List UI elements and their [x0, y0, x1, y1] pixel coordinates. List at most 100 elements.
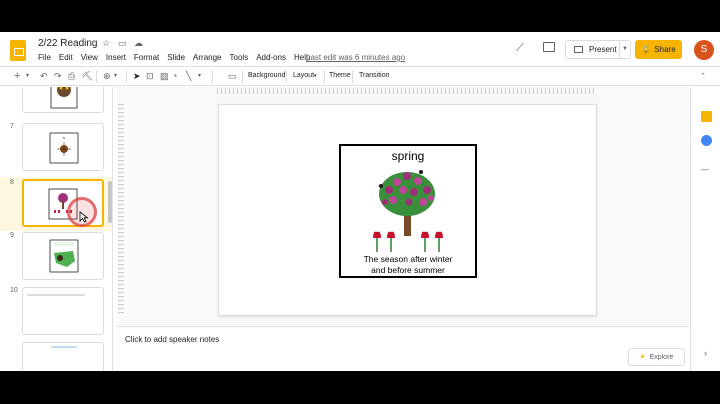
vocabulary-card[interactable]: spring The season after winter and befor… — [339, 144, 477, 278]
line-dropdown-icon[interactable]: ▾ — [198, 71, 201, 82]
background-button[interactable]: Background — [248, 72, 285, 79]
slide-canvas[interactable]: spring The season after winter and befor… — [218, 104, 597, 316]
thumbnail-text-lines — [27, 294, 85, 296]
slide-thumbnail[interactable] — [22, 87, 104, 113]
slide-thumbnail-row-active[interactable]: 8 — [0, 177, 112, 231]
text-box-icon[interactable]: ⊡ — [146, 71, 154, 82]
horizontal-ruler — [217, 88, 597, 94]
comment-add-icon[interactable]: ▭ — [228, 71, 237, 82]
slide-thumbnail[interactable]: N — [22, 123, 104, 171]
toolbar: + ▾ ↶ ↷ ⎙ ⛏ ⊕ ▾ ➤ ⊡ ▨ ◔ ╲ ▾ ▭ Background… — [0, 66, 720, 86]
collapse-toolbar-icon[interactable]: ⌃ — [700, 71, 706, 82]
paint-format-icon[interactable]: ⛏ — [82, 71, 93, 82]
slide-thumbnail-row[interactable]: 7 N — [0, 123, 112, 177]
slide-number: 10 — [10, 287, 18, 294]
zoom-dropdown-icon[interactable]: ▾ — [114, 71, 117, 82]
thumbnail-partial — [51, 346, 77, 348]
present-label: Present — [589, 45, 617, 54]
menu-edit[interactable]: Edit — [59, 53, 73, 62]
last-edit-link[interactable]: Last edit was 6 minutes ago — [306, 53, 405, 62]
vertical-ruler — [118, 103, 124, 313]
new-slide-icon[interactable]: + — [14, 71, 20, 82]
tasks-icon[interactable] — [701, 135, 712, 146]
redo-icon[interactable]: ↷ — [54, 71, 62, 82]
speaker-notes-placeholder: Click to add speaker notes — [125, 335, 220, 344]
layout-button[interactable]: Layout — [293, 72, 314, 79]
shape-icon[interactable]: ◔ — [172, 71, 177, 82]
thumbnail-compass-image: N — [49, 132, 79, 164]
spring-tree-image — [373, 170, 443, 252]
transition-button[interactable]: Transition — [359, 72, 389, 79]
thumbnail-map-image — [49, 239, 79, 273]
zoom-icon[interactable]: ⊕ — [103, 71, 111, 82]
speaker-notes-area[interactable]: Click to add speaker notes — [117, 326, 689, 371]
slide-filmstrip: 7 N 8 9 10 — [0, 87, 113, 371]
menu-slide[interactable]: Slide — [167, 53, 185, 62]
toolbar-divider — [212, 70, 213, 83]
present-dropdown-icon[interactable]: ▼ — [619, 41, 630, 58]
activity-trend-icon[interactable]: ⟋ — [516, 42, 524, 55]
slide-canvas-area: spring The season after winter and befor… — [117, 87, 689, 356]
slides-app: 2/22 Reading ☆ ▭ ☁ File Edit View Insert… — [0, 32, 720, 371]
slide-thumbnail[interactable] — [22, 342, 104, 371]
get-addons-icon[interactable]: — — [701, 165, 709, 174]
menu-insert[interactable]: Insert — [106, 53, 126, 62]
slide-number: 9 — [10, 232, 14, 239]
menu-tools[interactable]: Tools — [230, 53, 249, 62]
toolbar-divider — [286, 70, 287, 83]
explore-label: Explore — [649, 353, 674, 361]
side-panel: — — [690, 87, 720, 371]
title-bar: 2/22 Reading ☆ ▭ ☁ File Edit View Insert… — [0, 32, 720, 65]
cloud-icon[interactable]: ☁ — [134, 38, 143, 49]
svg-text:N: N — [63, 136, 65, 140]
explore-icon: ✦ — [639, 354, 646, 361]
slide-thumbnail[interactable] — [22, 287, 104, 335]
new-slide-dropdown-icon[interactable]: ▾ — [26, 71, 29, 82]
slides-logo-icon[interactable] — [10, 40, 26, 61]
share-label: Share — [654, 45, 676, 54]
slide-number: 7 — [10, 123, 14, 130]
select-cursor-icon[interactable]: ➤ — [133, 71, 141, 82]
theme-button[interactable]: Theme — [329, 72, 351, 79]
lock-icon: 🔒 — [641, 45, 652, 54]
menu-view[interactable]: View — [81, 53, 98, 62]
filmstrip-scrollbar[interactable] — [108, 181, 112, 223]
definition-line-2: and before summer — [371, 265, 445, 275]
slide-thumbnail-row[interactable]: 10 — [0, 287, 112, 341]
folder-icon[interactable]: ▭ — [118, 38, 127, 49]
slide-thumbnail-row[interactable] — [0, 342, 112, 371]
vocabulary-word: spring — [391, 149, 425, 163]
show-side-panel-icon[interactable]: › — [704, 348, 707, 358]
menu-format[interactable]: Format — [134, 53, 159, 62]
thumbnail-owl-image — [50, 87, 78, 109]
explore-button[interactable]: ✦ Explore — [628, 348, 685, 366]
star-icon[interactable]: ☆ — [102, 38, 110, 49]
menu-arrange[interactable]: Arrange — [193, 53, 221, 62]
slide-thumbnail[interactable] — [22, 232, 104, 280]
undo-icon[interactable]: ↶ — [40, 71, 48, 82]
keep-icon[interactable] — [701, 111, 712, 122]
menu-bar: File Edit View Insert Format Slide Arran… — [38, 53, 310, 62]
mouse-pointer-icon — [79, 211, 89, 223]
print-icon[interactable]: ⎙ — [68, 71, 75, 82]
toolbar-divider — [242, 70, 243, 83]
slide-thumbnail-row[interactable] — [0, 87, 112, 119]
menu-file[interactable]: File — [38, 53, 51, 62]
vocabulary-definition: The season after winter and before summe… — [341, 254, 475, 276]
line-icon[interactable]: ╲ — [186, 71, 191, 82]
account-avatar[interactable]: S — [694, 40, 714, 60]
comments-icon[interactable] — [543, 42, 555, 52]
toolbar-divider — [96, 70, 97, 83]
document-title[interactable]: 2/22 Reading — [38, 38, 98, 49]
toolbar-divider — [324, 70, 325, 83]
menu-addons[interactable]: Add-ons — [256, 53, 286, 62]
video-letterbox-top — [0, 0, 720, 32]
toolbar-divider — [126, 70, 127, 83]
share-button[interactable]: 🔒 Share — [635, 40, 682, 59]
slide-thumbnail-row[interactable]: 9 — [0, 232, 112, 286]
definition-line-1: The season after winter — [363, 254, 453, 264]
image-icon[interactable]: ▨ — [160, 71, 169, 82]
slide-number: 8 — [10, 179, 14, 186]
present-button[interactable]: Present ▼ — [565, 40, 631, 59]
layout-dropdown-icon[interactable]: ▾ — [314, 73, 317, 79]
